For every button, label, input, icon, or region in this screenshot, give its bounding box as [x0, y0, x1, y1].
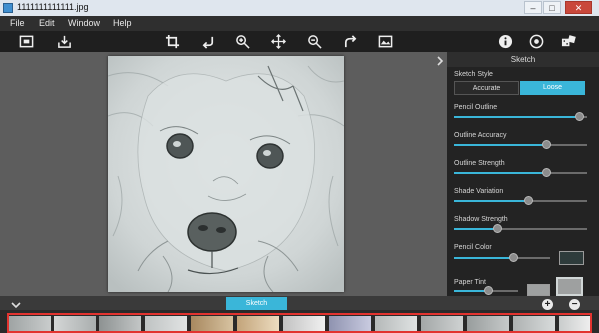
paper-tint-label: Paper Tint [454, 279, 486, 286]
effects-icon[interactable] [561, 34, 576, 49]
outline-accuracy-slider[interactable] [454, 140, 587, 149]
tab-sketch[interactable]: Sketch [226, 297, 287, 310]
close-button[interactable]: ✕ [565, 1, 592, 14]
style-loose-button[interactable]: Loose [520, 81, 585, 95]
style-accurate-button[interactable]: Accurate [454, 81, 519, 95]
redo-icon[interactable] [343, 34, 358, 49]
menu-bar: File Edit Window Help [0, 16, 599, 31]
paper-tint-swatch[interactable] [527, 284, 550, 296]
zoom-in-icon[interactable] [235, 34, 250, 49]
add-preset-button[interactable]: + [542, 299, 553, 310]
pencil-outline-slider[interactable] [454, 112, 587, 121]
slider-knob[interactable] [509, 253, 518, 262]
sketch-style-label: Sketch Style [454, 71, 493, 78]
paper-texture-swatch[interactable] [556, 277, 583, 296]
menu-edit[interactable]: Edit [39, 18, 55, 28]
filmstrip-highlight [7, 313, 592, 333]
window-title: 1111111111111.jpg [17, 2, 89, 12]
toolbar [0, 31, 599, 52]
fit-screen-icon[interactable] [19, 34, 34, 49]
outline-accuracy-label: Outline Accuracy [454, 132, 507, 139]
outline-strength-label: Outline Strength [454, 160, 505, 167]
menu-help[interactable]: Help [113, 18, 132, 28]
app-icon [3, 3, 13, 13]
compare-icon[interactable] [378, 34, 393, 49]
chevron-right-icon[interactable] [435, 53, 445, 66]
shadow-strength-label: Shadow Strength [454, 216, 508, 223]
menu-file[interactable]: File [10, 18, 25, 28]
maximize-button[interactable]: □ [543, 1, 561, 14]
move-icon[interactable] [271, 34, 286, 49]
undo-icon[interactable] [201, 34, 216, 49]
slider-knob[interactable] [575, 112, 584, 121]
menu-window[interactable]: Window [68, 18, 100, 28]
title-bar: 1111111111111.jpg – □ ✕ [0, 0, 599, 17]
slider-knob[interactable] [524, 196, 533, 205]
pencil-outline-label: Pencil Outline [454, 104, 498, 111]
pencil-color-swatch[interactable] [559, 251, 584, 265]
remove-preset-button[interactable]: − [569, 299, 580, 310]
slider-knob[interactable] [542, 168, 551, 177]
shadow-strength-slider[interactable] [454, 224, 587, 233]
crop-icon[interactable] [165, 34, 180, 49]
paper-tint-slider[interactable] [454, 286, 518, 295]
info-icon[interactable] [498, 34, 513, 49]
settings-icon[interactable] [529, 34, 544, 49]
minimize-button[interactable]: – [524, 1, 542, 14]
chevron-down-icon[interactable] [11, 297, 21, 309]
bottom-bar [0, 296, 599, 310]
slider-knob[interactable] [484, 286, 493, 295]
pencil-color-label: Pencil Color [454, 244, 492, 251]
slider-knob[interactable] [493, 224, 502, 233]
sketch-photo [107, 56, 345, 293]
slider-knob[interactable] [542, 140, 551, 149]
zoom-out-icon[interactable] [307, 34, 322, 49]
shade-variation-label: Shade Variation [454, 188, 504, 195]
outline-strength-slider[interactable] [454, 168, 587, 177]
panel-header: Sketch [447, 52, 599, 67]
save-icon[interactable] [57, 34, 72, 49]
pencil-color-slider[interactable] [454, 253, 550, 262]
shade-variation-slider[interactable] [454, 196, 587, 205]
